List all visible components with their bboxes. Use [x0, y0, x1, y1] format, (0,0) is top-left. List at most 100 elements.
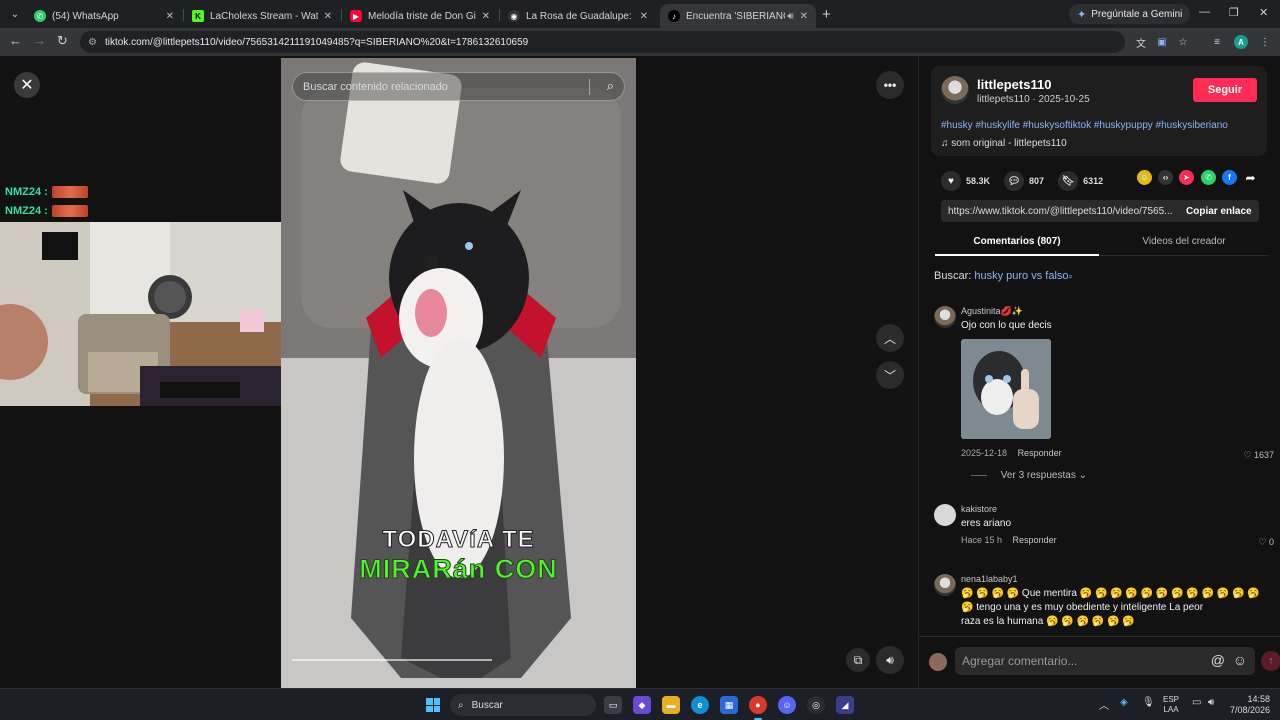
close-video-button[interactable]: ✕: [14, 72, 40, 98]
volume-icon[interactable]: 🔊︎: [876, 646, 904, 674]
send-comment-icon[interactable]: ↑: [1261, 651, 1280, 671]
commenter-name[interactable]: nena1lababy1: [961, 574, 1018, 584]
translate-icon[interactable]: 文: [1134, 35, 1148, 50]
copilot-icon[interactable]: ◆: [633, 696, 651, 714]
mention-at-icon[interactable]: @: [1211, 652, 1225, 668]
bookmark-star-icon[interactable]: ☆: [1176, 35, 1190, 49]
close-icon[interactable]: ✕: [482, 11, 490, 22]
commenter-avatar[interactable]: [934, 574, 956, 596]
input-language[interactable]: ESP LAA: [1163, 695, 1179, 715]
comment-like[interactable]: ♡ 1637: [1243, 450, 1274, 461]
redacted-message: [51, 186, 88, 198]
search-suggestion-label: Buscar:: [934, 270, 972, 282]
close-icon[interactable]: ✕: [324, 11, 332, 22]
next-video-chevron-down-icon[interactable]: ﹀: [876, 361, 904, 389]
comment-bubble-icon[interactable]: 💬︎: [1004, 171, 1025, 191]
microphone-icon[interactable]: 🎙︎: [1142, 697, 1155, 708]
menu-dots-icon[interactable]: ⋮: [1258, 35, 1272, 49]
search-suggestion[interactable]: Buscar: husky puro vs falso⌕: [934, 270, 1073, 282]
facebook-share-icon[interactable]: f: [1222, 170, 1237, 185]
window-close-icon[interactable]: ✕: [1259, 6, 1268, 19]
taskbar-search[interactable]: ⌕ Buscar: [450, 694, 596, 716]
emoji-reaction-icon[interactable]: ☺: [1137, 170, 1152, 185]
video-hashtags[interactable]: #husky #huskylife #huskysoftiktok #husky…: [941, 120, 1228, 131]
reload-icon[interactable]: ↻: [57, 33, 68, 49]
view-replies-button[interactable]: Ver 3 respuestas ⌄: [971, 470, 1087, 481]
tab-whatsapp[interactable]: ✆ (54) WhatsApp ✕: [26, 4, 182, 28]
embed-code-icon[interactable]: ‹›: [1158, 170, 1173, 185]
commenter-avatar[interactable]: [934, 504, 956, 526]
send-to-friends-icon[interactable]: ➤: [1179, 170, 1194, 185]
reading-list-icon[interactable]: ≡: [1210, 35, 1224, 49]
reply-button[interactable]: Responder: [1013, 535, 1057, 545]
store-icon[interactable]: ▦: [720, 696, 738, 714]
search-icon[interactable]: ⌕: [607, 78, 614, 94]
tab-comments[interactable]: Comentarios (807): [935, 236, 1099, 247]
author-avatar[interactable]: [941, 76, 969, 104]
commenter-name[interactable]: kakistore: [961, 504, 997, 514]
system-clock[interactable]: 14:58 7/08/2026: [1220, 694, 1270, 716]
comment-gif-husky[interactable]: [961, 339, 1051, 439]
close-icon[interactable]: ✕: [166, 11, 174, 22]
share-link-text[interactable]: https://www.tiktok.com/@littlepets110/vi…: [948, 206, 1172, 217]
video-player[interactable]: [281, 58, 636, 688]
tab-search-chevron-icon[interactable]: ⌄: [6, 5, 24, 23]
windows-start-icon[interactable]: [426, 698, 440, 712]
video-progress-bar[interactable]: [292, 659, 492, 661]
obs-icon[interactable]: ◎: [807, 696, 825, 714]
comment-text: Ojo con lo que decis: [961, 320, 1052, 331]
network-icon[interactable]: ▭: [1192, 697, 1201, 708]
more-options-icon[interactable]: •••: [876, 71, 904, 99]
commenter-avatar[interactable]: [934, 306, 956, 328]
previous-video-chevron-up-icon[interactable]: ︿: [876, 324, 904, 352]
task-view-icon[interactable]: ▭: [604, 696, 622, 714]
comment-like[interactable]: ♡ 0: [1258, 537, 1274, 548]
tray-app-icon[interactable]: ◈: [1120, 697, 1128, 708]
search-suggestion-query[interactable]: husky puro vs falso: [974, 270, 1068, 282]
discord-icon[interactable]: ☺: [778, 696, 796, 714]
minimize-icon[interactable]: —: [1199, 6, 1210, 18]
commenter-name[interactable]: Agustinita💋✨: [961, 306, 1023, 317]
like-heart-icon[interactable]: ♥: [941, 171, 961, 191]
emoji-icon[interactable]: ☺: [1233, 652, 1247, 668]
volume-tray-icon[interactable]: 🔊︎: [1208, 697, 1214, 708]
chrome-icon[interactable]: ●: [749, 696, 767, 720]
speaker-icon[interactable]: 🔊︎: [787, 11, 793, 22]
restore-icon[interactable]: ❐: [1229, 6, 1239, 19]
reply-button[interactable]: Responder: [1018, 448, 1062, 458]
share-arrow-icon[interactable]: ➦: [1243, 170, 1258, 185]
copy-link-button[interactable]: Copiar enlace: [1186, 206, 1252, 217]
forward-icon[interactable]: →: [33, 33, 46, 48]
mini-player-icon[interactable]: ⧉: [846, 648, 870, 672]
tab-kick-stream[interactable]: K LaCholexs Stream - Watch Live ✕: [184, 4, 340, 28]
app-icon[interactable]: ◢: [836, 696, 854, 714]
back-icon[interactable]: ←: [9, 33, 22, 48]
tab-creator-videos[interactable]: Videos del creador: [1099, 236, 1269, 247]
follow-button[interactable]: Seguir: [1193, 78, 1257, 102]
site-info-icon[interactable]: ⚙: [88, 37, 97, 48]
related-search-input[interactable]: Buscar contenido relacionado ⌕: [292, 72, 625, 101]
tray-chevron-up-icon[interactable]: ︿: [1099, 697, 1109, 712]
gemini-icon: ✦: [1077, 8, 1087, 21]
tab-tiktok[interactable]: ♪ Encuentra 'SIBERIANO' en 🔊︎ ✕: [660, 4, 816, 28]
music-note-icon: ♫: [941, 138, 949, 149]
comment-meta: Hace 15 h Responder: [961, 535, 1057, 545]
active-tab-underline: [935, 254, 1099, 256]
new-tab-icon[interactable]: +: [822, 6, 831, 23]
gemini-button[interactable]: ✦ Pregúntale a Gemini: [1069, 4, 1191, 24]
comment-input[interactable]: Agregar comentario... @ ☺: [955, 647, 1255, 675]
author-username[interactable]: littlepets110: [977, 77, 1051, 92]
whatsapp-share-icon[interactable]: ✆: [1201, 170, 1216, 185]
close-icon[interactable]: ✕: [800, 11, 808, 22]
tab-rosa-guadalupe[interactable]: ◉ La Rosa de Guadalupe: capítulo ✕: [500, 4, 656, 28]
cast-icon[interactable]: ▣: [1155, 35, 1169, 49]
bookmark-icon[interactable]: 🔖︎: [1058, 171, 1079, 191]
profile-avatar[interactable]: A: [1234, 35, 1248, 49]
file-explorer-icon[interactable]: ▬: [662, 696, 680, 714]
tab-youtube[interactable]: ▶ Melodía triste de Don Gilberto ✕: [342, 4, 498, 28]
address-bar[interactable]: ⚙ tiktok.com/@littlepets110/video/756531…: [80, 31, 1125, 53]
edge-icon[interactable]: e: [691, 696, 709, 714]
close-icon[interactable]: ✕: [640, 11, 648, 22]
url-text: tiktok.com/@littlepets110/video/75653142…: [104, 36, 529, 48]
video-sound[interactable]: ♫ som original - littlepets110: [941, 138, 1067, 149]
